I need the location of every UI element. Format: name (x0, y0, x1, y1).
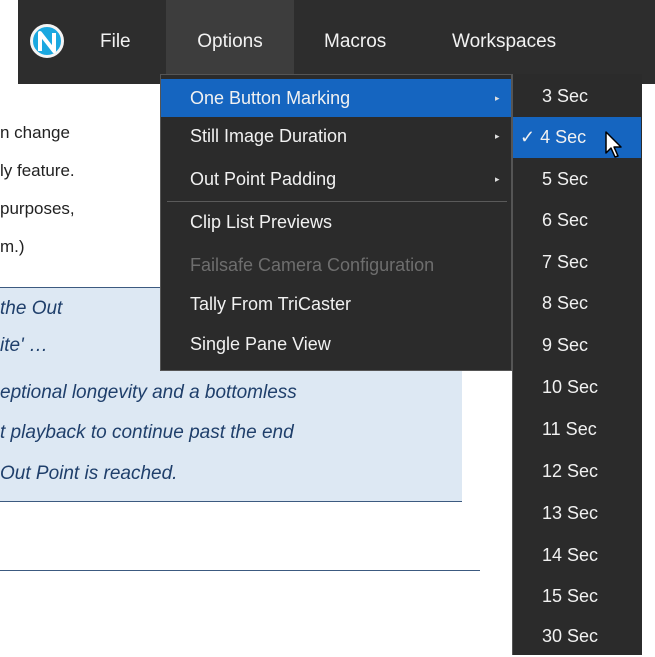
menu-item-out-point-padding[interactable]: Out Point Padding ▸ (161, 160, 511, 198)
menu-options[interactable]: Options (166, 0, 294, 84)
menu-item-tally-from-tricaster[interactable]: Tally From TriCaster (161, 285, 511, 323)
menu-bar: File Options Macros Workspaces (0, 0, 655, 84)
menu-item-failsafe-camera-configuration: Failsafe Camera Configuration (190, 255, 435, 275)
submenu-arrow-icon: ▸ (495, 174, 500, 184)
menu-item-still-image-duration[interactable]: Still Image Duration ▸ (161, 117, 511, 155)
menu-item-single-pane-view[interactable]: Single Pane View (161, 325, 511, 363)
doc-line-1: n change (0, 123, 70, 142)
callout-line-5: Out Point is reached. (0, 463, 178, 484)
submenu-item-6-sec[interactable]: 6 Sec (513, 200, 641, 241)
app-logo-icon[interactable] (30, 24, 64, 58)
submenu-item-15-sec[interactable]: 15 Sec (513, 576, 641, 617)
doc-line-3: purposes, (0, 199, 75, 218)
submenu-item-9-sec[interactable]: 9 Sec (513, 325, 641, 366)
doc-line-4: m.) (0, 237, 25, 256)
submenu-arrow-icon: ▸ (495, 93, 500, 103)
submenu-item-11-sec[interactable]: 11 Sec (513, 409, 641, 450)
callout-box-bottom: eptional longevity and a bottomless t pl… (0, 367, 462, 502)
submenu-item-30-sec[interactable]: 30 Sec (513, 616, 641, 657)
submenu-item-14-sec[interactable]: 14 Sec (513, 535, 641, 576)
duration-submenu: 3 Sec ✓ 4 Sec 5 Sec 6 Sec 7 Sec 8 Sec 9 … (512, 74, 642, 655)
submenu-item-8-sec[interactable]: 8 Sec (513, 283, 641, 324)
mouse-cursor-icon (605, 131, 622, 158)
callout-line-4: t playback to continue past the end (0, 422, 294, 443)
callout-line-1: the Out (0, 298, 63, 319)
submenu-arrow-icon: ▸ (495, 131, 500, 141)
submenu-item-10-sec[interactable]: 10 Sec (513, 367, 641, 408)
callout-line-2: ite' … (0, 335, 48, 356)
menu-item-label: One Button Marking (190, 88, 351, 108)
menu-macros[interactable]: Macros (324, 0, 404, 84)
menu-separator (167, 201, 507, 202)
submenu-item-5-sec[interactable]: 5 Sec (513, 159, 641, 200)
submenu-item-13-sec[interactable]: 13 Sec (513, 493, 641, 534)
submenu-item-3-sec[interactable]: 3 Sec (513, 76, 641, 117)
doc-line-2: ly feature. (0, 161, 75, 180)
submenu-item-7-sec[interactable]: 7 Sec (513, 242, 641, 283)
menu-item-label: Still Image Duration (190, 126, 348, 146)
divider-line (0, 570, 480, 571)
menu-item-label: Out Point Padding (190, 169, 337, 189)
menu-workspaces[interactable]: Workspaces (452, 0, 572, 84)
options-dropdown: One Button Marking ▸ Still Image Duratio… (160, 74, 512, 371)
menu-item-one-button-marking[interactable]: One Button Marking ▸ (161, 79, 511, 117)
submenu-item-12-sec[interactable]: 12 Sec (513, 451, 641, 492)
callout-line-3: eptional longevity and a bottomless (0, 382, 297, 403)
menu-file[interactable]: File (100, 0, 140, 84)
menu-item-clip-list-previews[interactable]: Clip List Previews (161, 203, 511, 241)
